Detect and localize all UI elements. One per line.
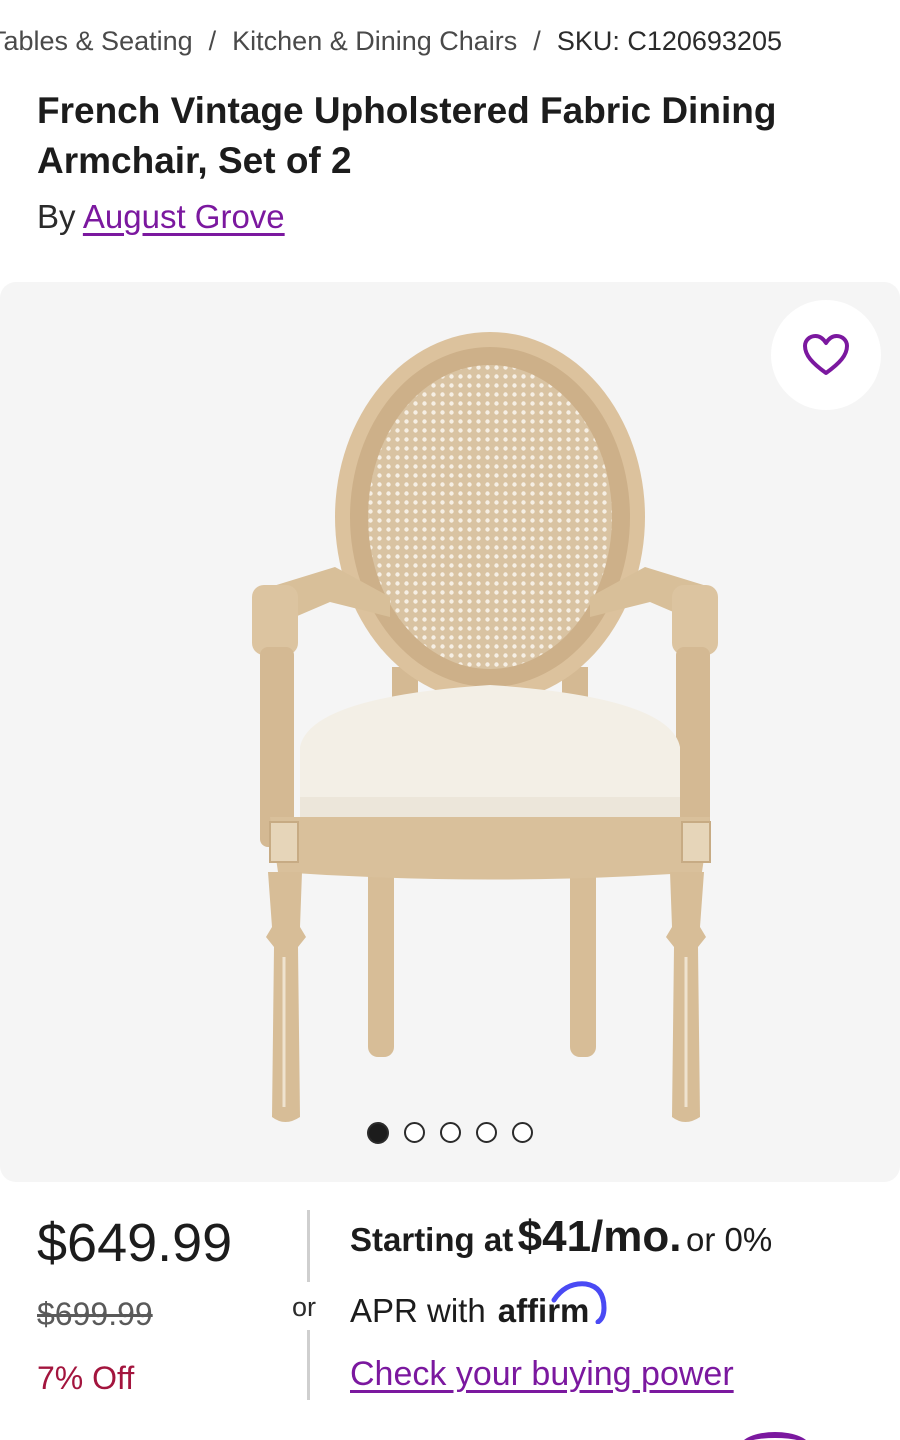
starting-at-label: Starting at [350, 1221, 514, 1258]
financing-offer: Starting at $41/mo. or 0% [350, 1212, 772, 1262]
heart-outline-icon [803, 334, 849, 375]
gallery-dot-1[interactable] [367, 1122, 389, 1144]
gallery-dot-3[interactable] [440, 1122, 461, 1143]
monthly-amount: $41/mo. [517, 1212, 682, 1261]
financing-provider-line: APR with affirm [350, 1281, 607, 1330]
divider [307, 1210, 310, 1282]
product-image-chair [252, 332, 718, 1122]
breadcrumb-separator: / [208, 26, 217, 56]
original-price: $699.99 [37, 1296, 153, 1332]
apr-rate: or 0% [685, 1221, 773, 1258]
product-title: French Vintage Upholstered Fabric Dining… [37, 90, 777, 181]
breadcrumb-item-dining-chairs[interactable]: Kitchen & Dining Chairs [232, 26, 517, 57]
apr-with-label: APR with [350, 1292, 486, 1329]
breadcrumb-separator: / [533, 26, 541, 56]
by-label: By [37, 198, 76, 235]
divider [307, 1330, 310, 1400]
or-label: or [292, 1292, 317, 1322]
gallery-pagination [0, 1122, 900, 1144]
brand-link[interactable]: August Grove [83, 198, 285, 235]
current-price: $649.99 [37, 1213, 233, 1273]
brand-byline: By August Grove [37, 198, 285, 236]
gallery-dot-5[interactable] [512, 1122, 533, 1143]
affirm-arc-icon [551, 1281, 607, 1324]
sku-label: SKU: C120693205 [556, 26, 782, 56]
gallery-dot-2[interactable] [404, 1122, 425, 1143]
product-image-gallery[interactable] [0, 282, 900, 1182]
breadcrumb: Tables & Seating / Kitchen & Dining Chai… [0, 26, 900, 62]
partial-element-offscreen [740, 1432, 810, 1440]
check-buying-power-link[interactable]: Check your buying power [350, 1355, 734, 1394]
discount-badge: 7% Off [37, 1360, 135, 1396]
affirm-logo: affirm [498, 1281, 607, 1330]
favorite-button[interactable] [771, 300, 881, 410]
gallery-dot-4[interactable] [476, 1122, 497, 1143]
breadcrumb-item-tables-seating[interactable]: Tables & Seating [0, 26, 193, 57]
